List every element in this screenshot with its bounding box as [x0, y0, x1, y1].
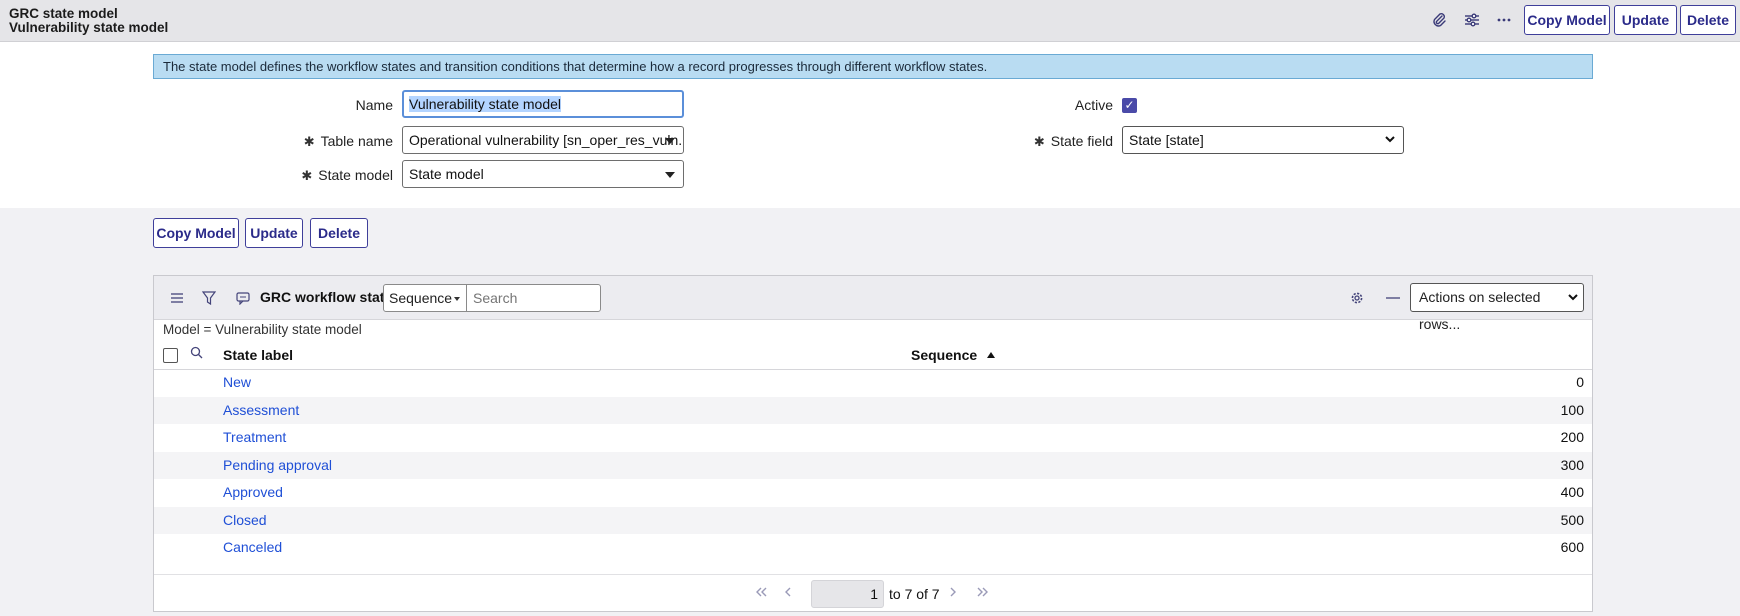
personalize-sliders-icon[interactable]: [1460, 9, 1484, 31]
column-sequence-text: Sequence: [911, 347, 978, 363]
state-label-link[interactable]: Approved: [223, 484, 283, 500]
table-name-value: Operational vulnerability [sn_oper_res_v…: [409, 132, 684, 148]
list-header: GRC workflow states Sequence Actions on …: [154, 276, 1592, 332]
sort-ascending-icon: [987, 352, 996, 358]
state-model-label: ✱ State model: [300, 167, 393, 184]
last-page-icon[interactable]: [976, 586, 990, 600]
list-title: GRC workflow states: [260, 289, 401, 305]
table-row: Pending approval 300: [154, 451, 1592, 479]
list-settings-gear-icon[interactable]: [1348, 289, 1366, 307]
chevron-down-icon: [1385, 130, 1395, 153]
list-column-header: State label Sequence: [154, 343, 1592, 370]
state-label-link[interactable]: Pending approval: [223, 457, 332, 473]
page-number-input[interactable]: 1: [811, 580, 884, 608]
header-update-button[interactable]: Update: [1614, 5, 1677, 35]
pager-range-text: to 7 of 7: [889, 586, 940, 602]
active-checkbox[interactable]: ✓: [1122, 98, 1137, 113]
select-all-checkbox[interactable]: [163, 348, 178, 363]
next-page-icon[interactable]: [949, 586, 957, 600]
table-row: Canceled 600: [154, 534, 1592, 562]
required-icon: ✱: [303, 134, 315, 149]
state-field-select[interactable]: State [state]: [1122, 126, 1404, 154]
paperclip-icon[interactable]: [1427, 9, 1451, 31]
table-row: Closed 500: [154, 506, 1592, 534]
update-button[interactable]: Update: [245, 218, 303, 248]
table-name-select[interactable]: Operational vulnerability [sn_oper_res_v…: [402, 126, 684, 154]
name-input[interactable]: Vulnerability state model: [402, 90, 684, 118]
sequence-value: 300: [1560, 456, 1584, 473]
name-label: Name: [355, 97, 393, 113]
name-input-value: Vulnerability state model: [409, 96, 562, 112]
sequence-value: 500: [1560, 511, 1584, 528]
state-model-value: State model: [409, 166, 484, 182]
table-row: New 0: [154, 369, 1592, 397]
list-menu-icon[interactable]: [168, 289, 186, 307]
state-field-label-text: State field: [1050, 133, 1113, 149]
actions-on-selected-rows-select[interactable]: Actions on selected rows...: [1410, 283, 1584, 332]
search-field-value: Sequence: [389, 290, 453, 306]
column-search-icon[interactable]: [190, 346, 203, 362]
active-label: Active: [1074, 97, 1113, 113]
state-model-label-text: State model: [318, 167, 393, 183]
list-breadcrumb[interactable]: Model = Vulnerability state model: [163, 322, 362, 337]
previous-page-icon[interactable]: [784, 586, 792, 600]
sequence-value: 100: [1560, 401, 1584, 418]
header-record-name: Vulnerability state model: [9, 20, 169, 35]
dropdown-caret-icon: [665, 138, 675, 144]
form-header: GRC state model Vulnerability state mode…: [0, 0, 1740, 42]
collapse-list-icon[interactable]: [1384, 289, 1402, 307]
state-label-link[interactable]: Treatment: [223, 429, 286, 445]
list-search-input[interactable]: [466, 284, 601, 312]
sequence-value: 200: [1560, 429, 1584, 445]
list-rows: New 0 Assessment 100 Treatment 200 Pending …: [154, 369, 1592, 562]
more-options-icon[interactable]: [1492, 9, 1516, 31]
state-field-label: ✱ State field: [1000, 133, 1113, 150]
state-label-link[interactable]: Assessment: [223, 402, 299, 418]
first-page-icon[interactable]: [754, 586, 768, 600]
dropdown-caret-icon: [454, 297, 460, 301]
filter-icon[interactable]: [200, 289, 218, 307]
table-name-label-text: Table name: [320, 133, 393, 149]
table-row: Approved 400: [154, 479, 1592, 507]
chevron-down-icon: [1568, 287, 1578, 314]
delete-button[interactable]: Delete: [310, 218, 368, 248]
search-field-select[interactable]: Sequence: [383, 284, 467, 312]
state-label-link[interactable]: Closed: [223, 512, 267, 528]
info-banner: The state model defines the workflow sta…: [153, 54, 1593, 79]
required-icon: ✱: [1033, 134, 1045, 149]
state-label-link[interactable]: Canceled: [223, 539, 282, 555]
table-row: Assessment 100: [154, 396, 1592, 424]
sequence-value: 600: [1560, 539, 1584, 555]
required-icon: ✱: [301, 168, 313, 183]
list-pager: 1 to 7 of 7: [154, 574, 1592, 613]
state-model-select[interactable]: State model: [402, 160, 684, 188]
dropdown-caret-icon: [665, 172, 675, 178]
table-name-label: ✱ Table name: [300, 133, 393, 150]
actions-value: Actions on selected rows...: [1419, 289, 1541, 332]
sequence-value: 0: [1576, 374, 1584, 390]
header-title: GRC state model: [9, 6, 118, 21]
header-copy-model-button[interactable]: Copy Model: [1524, 5, 1610, 35]
workflow-states-list: GRC workflow states Sequence Actions on …: [153, 275, 1593, 612]
column-sequence[interactable]: Sequence: [911, 347, 996, 363]
table-row: Treatment 200: [154, 424, 1592, 452]
header-delete-button[interactable]: Delete: [1680, 5, 1736, 35]
comment-icon[interactable]: [234, 289, 252, 307]
copy-model-button[interactable]: Copy Model: [153, 218, 239, 248]
sequence-value: 400: [1560, 484, 1584, 500]
state-field-value: State [state]: [1129, 132, 1204, 148]
state-label-link[interactable]: New: [223, 374, 251, 390]
column-state-label[interactable]: State label: [223, 347, 293, 363]
